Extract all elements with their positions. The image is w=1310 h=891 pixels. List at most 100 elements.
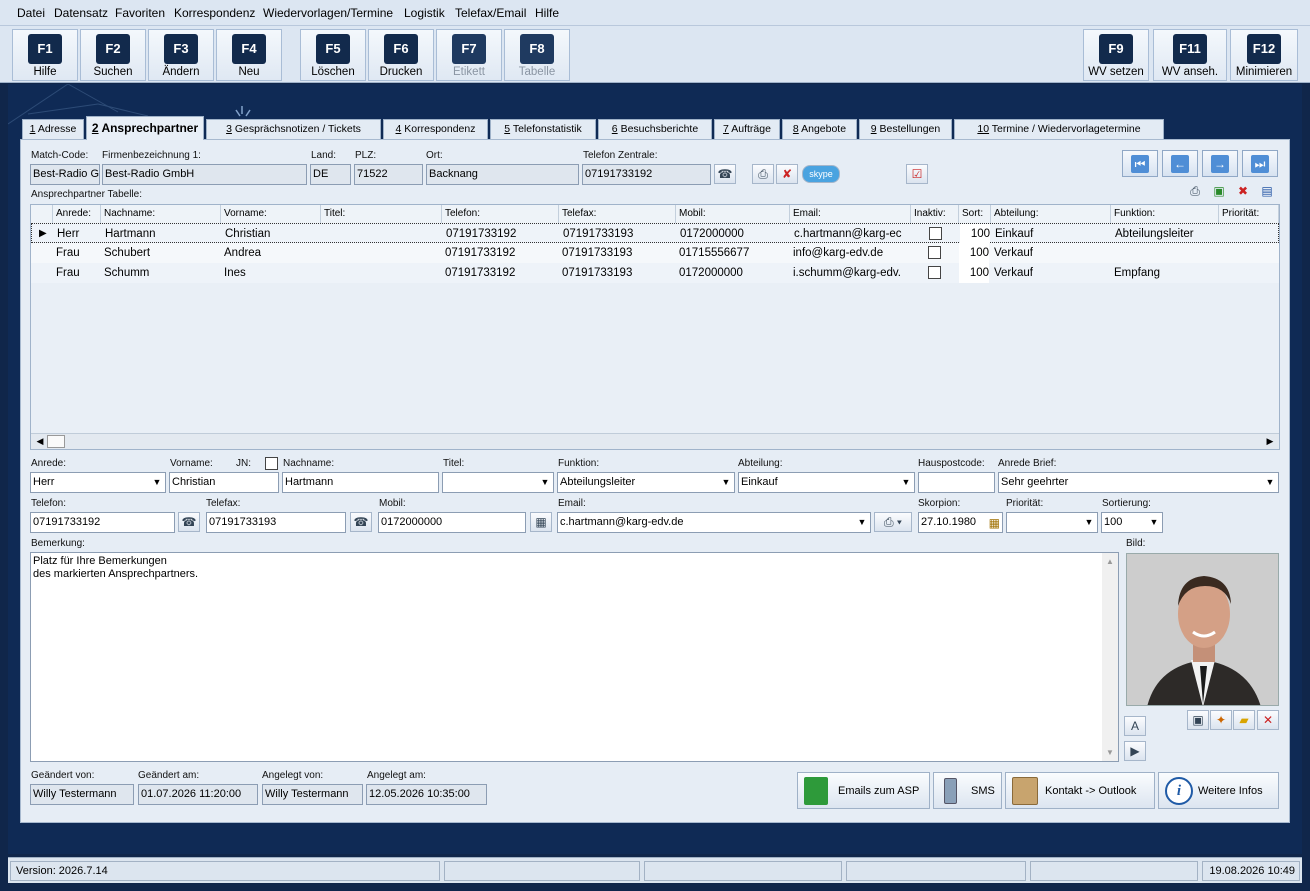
col-anrede[interactable]: Anrede:	[53, 205, 101, 223]
previous-record-button[interactable]: ←	[1162, 150, 1198, 177]
jn-checkbox[interactable]	[265, 457, 278, 470]
vorname-input[interactable]: Christian	[169, 472, 279, 493]
insert-button[interactable]: ▶	[1124, 741, 1146, 761]
col-vorname[interactable]: Vorname:	[221, 205, 321, 223]
col-prioritaet[interactable]: Priorität:	[1219, 205, 1279, 223]
grid-save-button[interactable]: ▤	[1256, 182, 1278, 202]
scroll-up-icon[interactable]: ▲	[1102, 555, 1118, 568]
tab-auftraege[interactable]: 7 Aufträge	[714, 119, 780, 139]
menu-wiedervorlagen[interactable]: Wiedervorlagen/Termine	[263, 6, 393, 20]
col-telefax[interactable]: Telefax:	[559, 205, 676, 223]
f4-new-button[interactable]: F4 Neu	[216, 29, 282, 81]
photo-delete-button[interactable]: ✕	[1257, 710, 1279, 730]
tab-besuchsberichte[interactable]: 6 Besuchsberichte	[598, 119, 712, 139]
sms-button[interactable]: SMS	[933, 772, 1002, 809]
menu-hilfe[interactable]: Hilfe	[535, 6, 559, 20]
email-send-button[interactable]: ⎙ ▾	[874, 512, 912, 532]
email-select[interactable]: c.hartmann@karg-edv.de ▼	[557, 512, 871, 533]
tab-adresse[interactable]: 1 Adresse	[22, 119, 84, 139]
f8-table-button[interactable]: F8 Tabelle	[504, 29, 570, 81]
text-format-button[interactable]: A	[1124, 716, 1146, 736]
first-record-button[interactable]: ⏮	[1122, 150, 1158, 177]
firma-field[interactable]: Best-Radio GmbH	[102, 164, 307, 185]
col-nachname[interactable]: Nachname:	[101, 205, 221, 223]
match-code-field[interactable]: Best-Radio Gr	[30, 164, 100, 185]
table-row[interactable]: Frau Schumm Ines 07191733192 07191733193…	[31, 263, 1279, 283]
col-mobil[interactable]: Mobil:	[676, 205, 790, 223]
tab-termine[interactable]: 10 Termine / Wiedervorlagetermine	[954, 119, 1164, 139]
dial-telefon-button[interactable]: ☎	[178, 512, 200, 532]
skype-button[interactable]: skype	[802, 165, 840, 183]
vertical-scrollbar[interactable]: ▲ ▼	[1102, 553, 1118, 761]
plz-field[interactable]: 71522	[354, 164, 423, 185]
f5-delete-button[interactable]: F5 Löschen	[300, 29, 366, 81]
menu-favoriten[interactable]: Favoriten	[115, 6, 165, 20]
menu-datensatz[interactable]: Datensatz	[54, 6, 108, 20]
scroll-thumb[interactable]	[47, 435, 65, 448]
horizontal-scrollbar[interactable]: ◀ ▶	[31, 433, 1279, 449]
chevron-down-icon[interactable]: ▼	[1081, 513, 1097, 532]
dial-zentrale-button[interactable]: ☎	[714, 164, 736, 184]
f6-print-button[interactable]: F6 Drucken	[368, 29, 434, 81]
col-abteilung[interactable]: Abteilung:	[991, 205, 1111, 223]
next-record-button[interactable]: →	[1202, 150, 1238, 177]
prioritaet-select[interactable]: ▼	[1006, 512, 1098, 533]
chevron-down-icon[interactable]: ▼	[537, 473, 553, 492]
col-email[interactable]: Email:	[790, 205, 911, 223]
cell-inaktiv-checkbox[interactable]	[929, 227, 942, 240]
kontakt-outlook-button[interactable]: Kontakt -> Outlook	[1005, 772, 1155, 809]
tab-gespraechsnotizen[interactable]: 3 Gesprächsnotizen / Tickets	[206, 119, 381, 139]
tab-telefonstatistik[interactable]: 5 Telefonstatistik	[490, 119, 596, 139]
ort-field[interactable]: Backnang	[426, 164, 579, 185]
col-sort[interactable]: Sort:	[959, 205, 991, 223]
calendar-icon[interactable]: ▦	[989, 514, 1000, 532]
menu-korrespondenz[interactable]: Korrespondenz	[174, 6, 255, 20]
tab-korrespondenz[interactable]: 4 Korrespondenz	[383, 119, 488, 139]
no-call-button[interactable]: ✘	[776, 164, 798, 184]
last-record-button[interactable]: ⏭	[1242, 150, 1278, 177]
f9-set-followup-button[interactable]: F9 WV setzen	[1083, 29, 1149, 81]
skorpion-date-input[interactable]: 27.10.1980 ▦	[918, 512, 1003, 533]
cell-inaktiv-checkbox[interactable]	[928, 246, 941, 259]
emails-zum-asp-button[interactable]: Emails zum ASP	[797, 772, 930, 809]
funktion-select[interactable]: Abteilungsleiter ▼	[557, 472, 735, 493]
telefax-input[interactable]: 07191733193	[206, 512, 346, 533]
f11-view-followup-button[interactable]: F11 WV anseh.	[1153, 29, 1227, 81]
fax-button[interactable]: ⎙	[752, 164, 774, 184]
anrede-select[interactable]: Herr ▼	[30, 472, 166, 493]
photo-edit-button[interactable]: ✦	[1210, 710, 1232, 730]
tab-ansprechpartner[interactable]: 2 Ansprechpartner	[86, 116, 204, 140]
scroll-down-icon[interactable]: ▼	[1102, 746, 1118, 759]
tab-angebote[interactable]: 8 Angebote	[782, 119, 857, 139]
grid-print-button[interactable]: ⎙	[1184, 182, 1206, 202]
photo-open-button[interactable]: ▰	[1233, 710, 1255, 730]
bemerkung-textarea[interactable]: Platz für Ihre Bemerkungen des markierte…	[30, 552, 1119, 762]
scroll-right-icon[interactable]: ▶	[1263, 435, 1277, 448]
photo-view-button[interactable]: ▣	[1187, 710, 1209, 730]
col-telefon[interactable]: Telefon:	[442, 205, 559, 223]
f7-label-button[interactable]: F7 Etikett	[436, 29, 502, 81]
mobil-action-button[interactable]: ▦	[530, 512, 552, 532]
chevron-down-icon[interactable]: ▼	[149, 473, 165, 492]
mobil-input[interactable]: 0172000000	[378, 512, 526, 533]
telefon-input[interactable]: 07191733192	[30, 512, 175, 533]
nachname-input[interactable]: Hartmann	[282, 472, 439, 493]
chevron-down-icon[interactable]: ▼	[854, 513, 870, 532]
f1-help-button[interactable]: F1 Hilfe	[12, 29, 78, 81]
f3-edit-button[interactable]: F3 Ändern	[148, 29, 214, 81]
tab-bestellungen[interactable]: 9 Bestellungen	[859, 119, 952, 139]
col-inaktiv[interactable]: Inaktiv:	[911, 205, 959, 223]
table-row[interactable]: Frau Schubert Andrea 07191733192 0719173…	[31, 243, 1279, 263]
anrede-brief-select[interactable]: Sehr geehrter ▼	[998, 472, 1279, 493]
chevron-down-icon[interactable]: ▼	[1146, 513, 1162, 532]
menu-datei[interactable]: Datei	[17, 6, 45, 20]
cell-inaktiv-checkbox[interactable]	[928, 266, 941, 279]
menu-logistik[interactable]: Logistik	[404, 6, 445, 20]
titel-select[interactable]: ▼	[442, 472, 554, 493]
chevron-down-icon[interactable]: ▼	[1262, 473, 1278, 492]
sortierung-select[interactable]: 100 ▼	[1101, 512, 1163, 533]
menu-telefax-email[interactable]: Telefax/Email	[455, 6, 526, 20]
col-titel[interactable]: Titel:	[321, 205, 442, 223]
f12-minimize-button[interactable]: F12 Minimieren	[1230, 29, 1298, 81]
hauspostcode-input[interactable]	[918, 472, 995, 493]
